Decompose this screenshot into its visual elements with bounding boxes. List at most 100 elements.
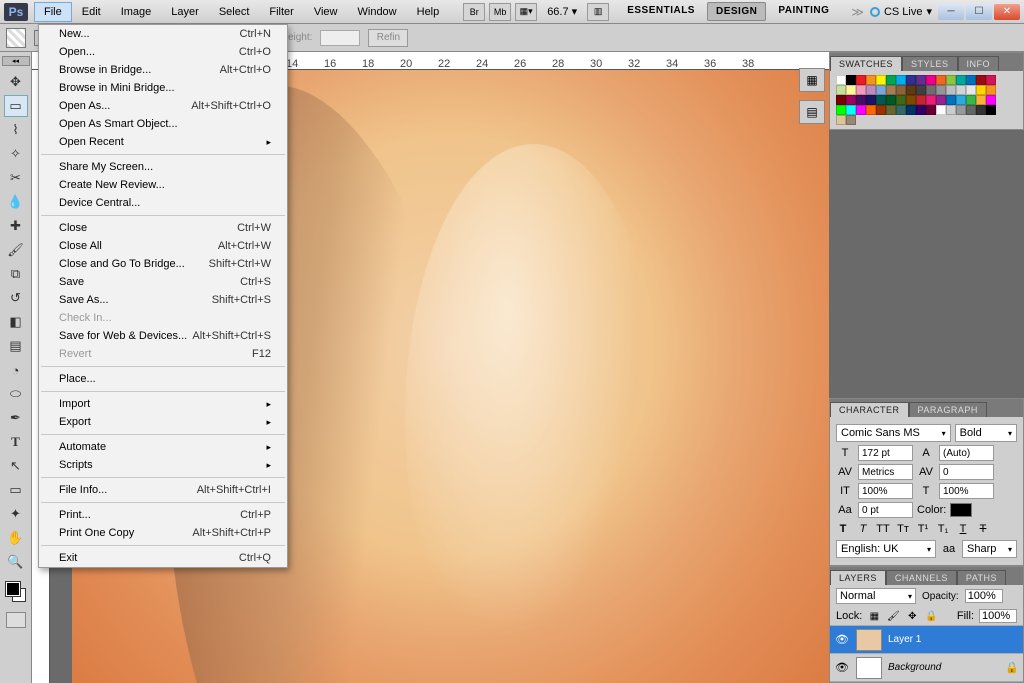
stamp-tool[interactable]: ⧉	[4, 263, 28, 285]
swatch[interactable]	[886, 105, 896, 115]
vscale-field[interactable]: 100%	[858, 483, 913, 499]
menuitem-exit[interactable]: ExitCtrl+Q	[39, 549, 287, 567]
bold-button[interactable]: T	[836, 523, 850, 535]
menuitem-browse-in-bridge[interactable]: Browse in Bridge...Alt+Ctrl+O	[39, 61, 287, 79]
lasso-tool[interactable]: ⌇	[4, 119, 28, 141]
path-tool[interactable]: ↖	[4, 455, 28, 477]
tab-paragraph[interactable]: PARAGRAPH	[909, 402, 987, 417]
eyedropper-tool[interactable]: 💧	[4, 191, 28, 213]
swatch[interactable]	[896, 85, 906, 95]
swatch[interactable]	[866, 75, 876, 85]
tab-character[interactable]: CHARACTER	[830, 402, 909, 417]
layer-row[interactable]: 👁Background🔒	[830, 654, 1023, 682]
font-weight-select[interactable]: Bold	[955, 424, 1017, 442]
swatch[interactable]	[856, 95, 866, 105]
superscript-button[interactable]: T¹	[916, 523, 930, 535]
menu-layer[interactable]: Layer	[161, 2, 209, 22]
zoom-tool[interactable]: 🔍	[4, 551, 28, 573]
font-family-select[interactable]: Comic Sans MS	[836, 424, 951, 442]
swatch[interactable]	[906, 75, 916, 85]
swatch[interactable]	[906, 85, 916, 95]
swatch[interactable]	[956, 105, 966, 115]
menuitem-export[interactable]: Export	[39, 413, 287, 431]
crop-tool[interactable]: ✂	[4, 167, 28, 189]
language-select[interactable]: English: UK	[836, 540, 936, 558]
actions-panel-icon[interactable]: ▤	[799, 100, 825, 124]
swatch[interactable]	[956, 75, 966, 85]
swatch[interactable]	[886, 85, 896, 95]
arrange-button[interactable]: ▥	[587, 3, 609, 21]
swatch[interactable]	[896, 105, 906, 115]
swatch[interactable]	[836, 85, 846, 95]
menuitem-new[interactable]: New...Ctrl+N	[39, 25, 287, 43]
swatch[interactable]	[876, 95, 886, 105]
swatch[interactable]	[896, 95, 906, 105]
lock-pixels[interactable]: 🖌	[886, 609, 900, 623]
blur-tool[interactable]: ◔	[4, 359, 28, 381]
swatch[interactable]	[916, 75, 926, 85]
menuitem-save[interactable]: SaveCtrl+S	[39, 273, 287, 291]
swatch[interactable]	[846, 75, 856, 85]
menuitem-open-as-smart-object[interactable]: Open As Smart Object...	[39, 115, 287, 133]
screen-mode-button[interactable]: ▦▾	[515, 3, 537, 21]
workspace-design[interactable]: DESIGN	[707, 2, 766, 21]
history-brush-tool[interactable]: ↺	[4, 287, 28, 309]
workspace-essentials[interactable]: ESSENTIALS	[619, 2, 703, 21]
blend-mode-select[interactable]: Normal	[836, 588, 916, 604]
swatch[interactable]	[926, 85, 936, 95]
wand-tool[interactable]: ✧	[4, 143, 28, 165]
layer-name[interactable]: Background	[888, 662, 999, 673]
swatch[interactable]	[836, 115, 846, 125]
tab-layers[interactable]: LAYERS	[830, 570, 886, 585]
swatch[interactable]	[986, 105, 996, 115]
baseline-field[interactable]: 0 pt	[858, 502, 913, 518]
swatch[interactable]	[976, 105, 986, 115]
swatch[interactable]	[846, 95, 856, 105]
menuitem-close-and-go-to-bridge[interactable]: Close and Go To Bridge...Shift+Ctrl+W	[39, 255, 287, 273]
menuitem-close[interactable]: CloseCtrl+W	[39, 219, 287, 237]
3d-tool[interactable]: ✦	[4, 503, 28, 525]
kerning-field[interactable]: Metrics	[858, 464, 913, 480]
menuitem-import[interactable]: Import	[39, 395, 287, 413]
lock-position[interactable]: ✥	[905, 609, 919, 623]
swatch[interactable]	[956, 95, 966, 105]
swatch[interactable]	[886, 75, 896, 85]
layer-thumbnail[interactable]	[856, 629, 882, 651]
swatch[interactable]	[926, 95, 936, 105]
swatch[interactable]	[946, 75, 956, 85]
swatch[interactable]	[936, 75, 946, 85]
tab-styles[interactable]: STYLES	[902, 56, 958, 71]
quickmask-toggle[interactable]	[6, 612, 26, 628]
swatch[interactable]	[876, 85, 886, 95]
fill-field[interactable]: 100%	[979, 609, 1017, 623]
swatch[interactable]	[966, 105, 976, 115]
layer-row[interactable]: 👁Layer 1	[830, 626, 1023, 654]
allcaps-button[interactable]: TT	[876, 523, 890, 535]
minibridge-button[interactable]: Mb	[489, 3, 511, 21]
menuitem-file-info[interactable]: File Info...Alt+Shift+Ctrl+I	[39, 481, 287, 499]
opacity-field[interactable]: 100%	[965, 589, 1003, 603]
refine-edge-button[interactable]: Refin	[368, 29, 408, 47]
lock-all[interactable]: 🔒	[924, 609, 938, 623]
swatch[interactable]	[906, 105, 916, 115]
antialias-select[interactable]: Sharp	[962, 540, 1017, 558]
menuitem-open-as[interactable]: Open As...Alt+Shift+Ctrl+O	[39, 97, 287, 115]
tab-channels[interactable]: CHANNELS	[886, 570, 957, 585]
menuitem-close-all[interactable]: Close AllAlt+Ctrl+W	[39, 237, 287, 255]
menu-help[interactable]: Help	[407, 2, 450, 22]
italic-button[interactable]: T	[856, 523, 870, 535]
menuitem-save-as[interactable]: Save As...Shift+Ctrl+S	[39, 291, 287, 309]
swatch[interactable]	[856, 85, 866, 95]
move-tool[interactable]: ✥	[4, 71, 28, 93]
swatch[interactable]	[986, 75, 996, 85]
swatch[interactable]	[946, 85, 956, 95]
menuitem-place[interactable]: Place...	[39, 370, 287, 388]
swatch[interactable]	[846, 105, 856, 115]
swatch[interactable]	[986, 85, 996, 95]
eraser-tool[interactable]: ◧	[4, 311, 28, 333]
swatch[interactable]	[986, 95, 996, 105]
menuitem-print-one-copy[interactable]: Print One CopyAlt+Shift+Ctrl+P	[39, 524, 287, 542]
swatch[interactable]	[886, 95, 896, 105]
subscript-button[interactable]: T₁	[936, 523, 950, 535]
height-field[interactable]	[320, 30, 360, 46]
